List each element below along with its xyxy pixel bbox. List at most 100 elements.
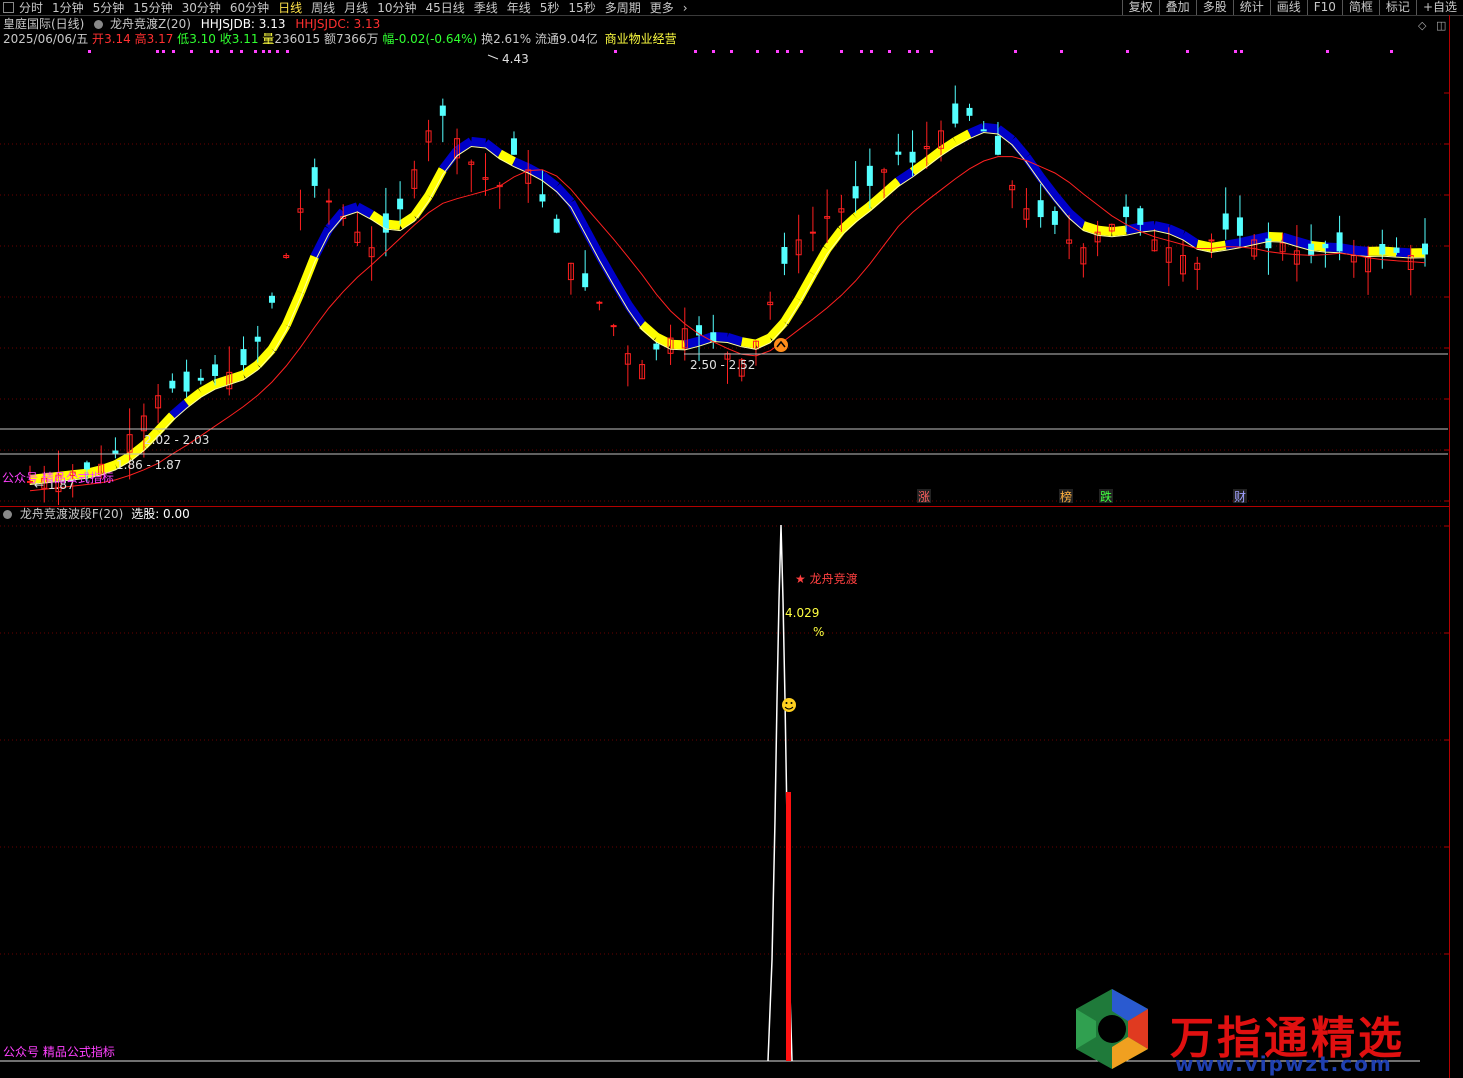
amount-value: 7366万 — [335, 32, 379, 46]
smiley-icon — [782, 698, 796, 712]
candle-body — [1137, 208, 1144, 225]
trend-band-segment — [1081, 221, 1100, 235]
trend-band-segment — [823, 227, 845, 252]
candle-body — [169, 380, 176, 389]
candle-body — [909, 151, 916, 163]
high-value: 3.17 — [146, 32, 174, 46]
period-tab[interactable]: 15秒 — [568, 1, 595, 15]
open-label: 开 — [92, 32, 105, 46]
signal-dot — [1186, 50, 1189, 53]
period-tab[interactable]: 更多 — [650, 1, 674, 15]
candle-body — [397, 198, 404, 210]
candle-body — [966, 107, 973, 116]
period-tab[interactable]: 30分钟 — [182, 1, 221, 15]
trend-band-segment — [1037, 174, 1059, 199]
candle-body — [809, 231, 816, 234]
hhjsjdb-value: HHJSJDB: 3.13 — [200, 17, 286, 31]
trend-band-segment — [1008, 136, 1030, 160]
signal-dot — [786, 50, 789, 53]
candle-body — [610, 325, 617, 328]
period-tab[interactable]: 60分钟 — [230, 1, 269, 15]
trend-band-segment — [169, 399, 190, 419]
trend-band-segment — [512, 157, 531, 172]
event-badge-label: 跌 — [1100, 489, 1112, 504]
candle-body — [1322, 243, 1329, 249]
signal-dot — [286, 50, 289, 53]
trend-band-segment — [183, 388, 204, 407]
toolbar-button[interactable]: 复权 — [1121, 0, 1159, 15]
trend-band-segment — [341, 202, 359, 216]
period-tab[interactable]: 分时 — [19, 1, 43, 15]
period-tab[interactable]: 5分钟 — [93, 1, 125, 15]
toolbar-button[interactable]: 多股 — [1195, 0, 1233, 15]
event-badge-label: 财 — [1234, 490, 1246, 504]
toolbar-button[interactable]: 统计 — [1232, 0, 1270, 15]
signal-dot — [230, 50, 233, 53]
trend-band-segment — [595, 252, 618, 283]
trend-band-segment — [410, 193, 433, 219]
candle-body — [653, 343, 660, 350]
trend-band-segment — [1224, 238, 1241, 250]
candle-body — [1422, 243, 1428, 255]
candle-body — [852, 186, 859, 199]
trend-band-segment — [726, 333, 744, 347]
period-tab[interactable]: 年线 — [507, 1, 531, 15]
trend-band-segment — [325, 208, 347, 232]
signal-unit: % — [813, 625, 824, 639]
period-tab[interactable]: 日线 — [278, 1, 302, 15]
menu-icon[interactable] — [3, 2, 14, 13]
trend-band-segment — [983, 122, 999, 134]
signal-dot — [908, 50, 911, 53]
trend-band-segment — [482, 139, 503, 158]
toolbar-button[interactable]: 标记 — [1378, 0, 1416, 15]
period-tab[interactable]: 15分钟 — [133, 1, 172, 15]
signal-dot — [162, 50, 165, 53]
close-label: 收 — [219, 32, 232, 46]
period-tab[interactable]: 多周期 — [605, 1, 641, 15]
diamond-icon[interactable]: ◇ — [1418, 19, 1426, 33]
trend-band-segment — [881, 177, 902, 198]
toolbar-button[interactable]: 画线 — [1269, 0, 1307, 15]
period-tab[interactable]: 周线 — [311, 1, 335, 15]
indicator-title[interactable]: 龙舟竞渡波段F(20) — [20, 507, 124, 521]
trend-band-segment — [296, 254, 319, 295]
candle-body — [781, 247, 788, 264]
support-label: 2.50 - 2.52 — [690, 358, 755, 372]
price-chart[interactable]: 2.50 - 2.522.02 - 2.031.86 - 1.874.43← 1… — [0, 45, 1450, 505]
indicator-collapse-icon[interactable] — [3, 510, 12, 519]
period-tab[interactable]: 季线 — [474, 1, 498, 15]
candle-body — [1051, 211, 1058, 225]
trend-band-segment — [895, 168, 916, 186]
candle-body — [311, 167, 318, 186]
period-tab[interactable]: 5秒 — [540, 1, 560, 15]
collapse-icon[interactable] — [94, 20, 104, 29]
sector-label[interactable]: 商业物业经营 — [605, 32, 677, 46]
trend-band-segment — [639, 321, 660, 341]
period-tab[interactable]: 月线 — [344, 1, 368, 15]
indicator-name[interactable]: 龙舟竞渡Z(20) — [110, 17, 191, 31]
toolbar-button[interactable]: +自选 — [1415, 0, 1463, 15]
quote-date: 2025/06/06/五 — [3, 32, 89, 46]
high-price-label: 4.43 — [502, 52, 529, 66]
toolbar-button[interactable]: 简框 — [1341, 0, 1379, 15]
signal-dot — [614, 50, 617, 53]
period-tab[interactable]: 10分钟 — [377, 1, 416, 15]
period-tab[interactable]: 45日线 — [425, 1, 464, 15]
candle-body — [1265, 238, 1272, 249]
signal-dot — [870, 50, 873, 53]
chart-watermark: 公众号 精品公式指标 — [2, 470, 114, 485]
high-price-pointer — [487, 54, 499, 60]
indicator-chart[interactable]: ★ 龙舟竞渡 4.029% — [0, 520, 1450, 1078]
signal-bar — [786, 792, 791, 1061]
signal-dot — [190, 50, 193, 53]
panel-resize-icon[interactable]: ◫ — [1436, 19, 1446, 33]
trend-band-segment — [924, 147, 944, 166]
signal-value: 4.029 — [785, 606, 819, 620]
candle-body — [710, 332, 717, 342]
signal-dot — [730, 50, 733, 53]
period-tab[interactable]: 1分钟 — [52, 1, 84, 15]
more-arrow-icon[interactable]: › — [683, 1, 688, 15]
toolbar-button[interactable]: 叠加 — [1158, 0, 1196, 15]
trend-band-segment — [424, 167, 447, 199]
toolbar-button[interactable]: F10 — [1306, 0, 1342, 15]
